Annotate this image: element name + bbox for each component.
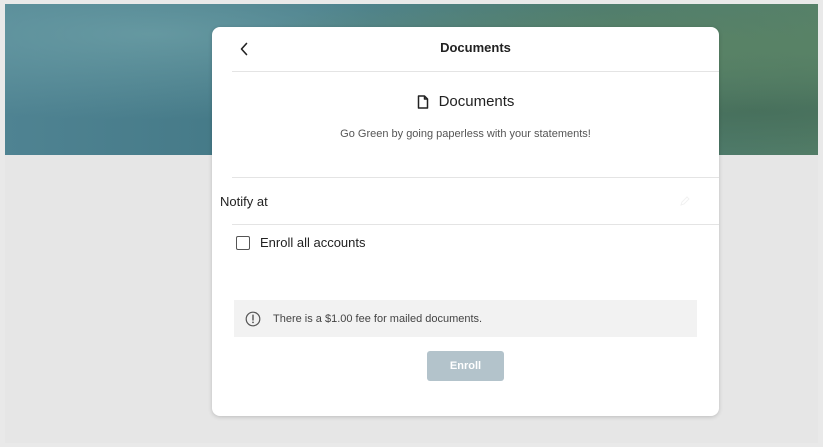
enroll-button[interactable]: Enroll bbox=[427, 351, 504, 381]
info-circle-icon bbox=[245, 311, 261, 326]
enroll-all-accounts-option[interactable]: Enroll all accounts bbox=[236, 235, 366, 250]
section-heading: Documents bbox=[212, 93, 719, 110]
section-subtitle: Go Green by going paperless with your st… bbox=[340, 128, 591, 140]
document-icon bbox=[417, 94, 428, 109]
fee-notice: There is a $1.00 fee for mailed document… bbox=[234, 300, 697, 337]
card-header: Documents bbox=[232, 27, 719, 72]
documents-card: Documents Documents Go Green by going pa… bbox=[212, 27, 719, 416]
header-title: Documents bbox=[440, 40, 511, 55]
notify-at-label[interactable]: Notify at bbox=[220, 194, 268, 209]
divider bbox=[232, 177, 719, 178]
enroll-all-accounts-label: Enroll all accounts bbox=[260, 235, 366, 250]
fee-notice-text: There is a $1.00 fee for mailed document… bbox=[273, 312, 483, 325]
edit-icon bbox=[680, 196, 690, 206]
section-title: Documents bbox=[438, 93, 515, 110]
divider bbox=[232, 224, 719, 225]
enroll-all-accounts-checkbox[interactable] bbox=[236, 235, 250, 250]
